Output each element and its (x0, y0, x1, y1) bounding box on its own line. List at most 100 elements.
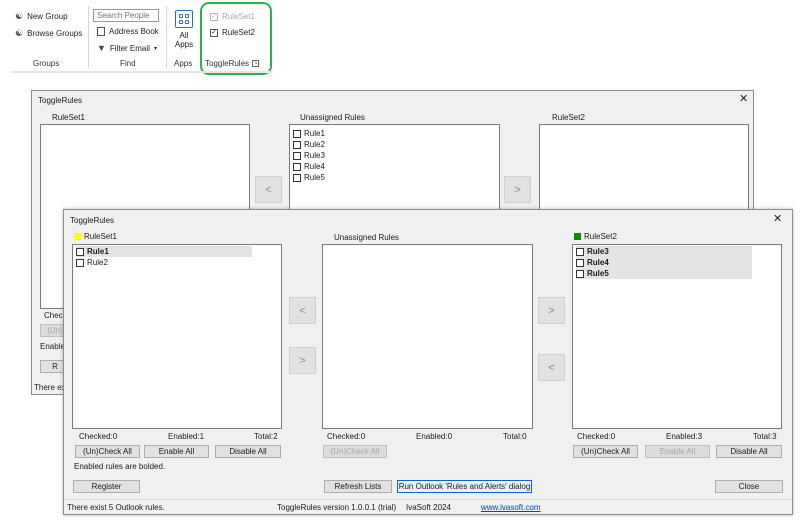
status-version: ToggleRules version 1.0.0.1 (trial) (277, 503, 397, 512)
rule-name: Rule3 (587, 247, 609, 256)
checkbox[interactable] (293, 140, 301, 149)
unassigned-label: Unassigned Rules (334, 233, 399, 242)
dialog-launcher-icon[interactable]: ↘ (252, 60, 259, 67)
arrow-right-icon: > (299, 354, 306, 367)
list-item[interactable]: Rule4 (293, 161, 325, 172)
ribbon-separator (88, 6, 89, 68)
arrow-right-icon: > (548, 304, 555, 317)
new-group-button[interactable]: ☯ New Group (15, 11, 68, 22)
filter-email-button[interactable]: ▼ Filter Email ▾ (97, 43, 157, 53)
browse-groups-label: Browse Groups (27, 29, 83, 38)
unassigned-uncheck-all-button[interactable]: (Un)Check All (323, 445, 387, 458)
move-right-to-ruleset2-button[interactable]: > (538, 297, 565, 324)
ruleset2-uncheck-all-button[interactable]: (Un)Check All (573, 445, 638, 458)
unassigned-checked-count: Checked:0 (327, 432, 366, 441)
back-move-left-button[interactable]: < (255, 176, 282, 203)
list-item[interactable]: Rule5 (576, 268, 752, 279)
back-enabled-note: Enable (40, 342, 65, 351)
checkbox[interactable] (576, 269, 584, 278)
unassigned-list[interactable] (322, 244, 533, 429)
checkbox[interactable] (293, 162, 301, 171)
dialog-title: ToggleRules (70, 216, 115, 225)
move-right-button[interactable]: > (289, 347, 316, 374)
register-button[interactable]: Register (73, 480, 140, 493)
ruleset1-total-count: Total:2 (254, 432, 278, 441)
close-button[interactable]: Close (715, 480, 783, 493)
website-link[interactable]: www.ivasoft.com (481, 503, 541, 512)
ribbon-ruleset1-checkbox[interactable]: ✓ RuleSet1 (210, 12, 255, 21)
list-item[interactable]: Rule2 (76, 257, 108, 268)
browse-groups-icon: ☯ (15, 28, 24, 38)
move-left-button[interactable]: < (289, 297, 316, 324)
new-group-label: New Group (27, 12, 68, 21)
status-bar-divider (64, 499, 792, 500)
run-rules-and-alerts-button[interactable]: Run Outlook 'Rules and Alerts' dialog (397, 480, 532, 493)
unassigned-enabled-count: Enabled:0 (416, 432, 453, 441)
ruleset1-list[interactable]: Rule1 Rule2 (72, 244, 282, 429)
ruleset1-disable-all-button[interactable]: Disable All (215, 445, 281, 458)
search-people-input[interactable] (93, 9, 159, 22)
all-apps-button[interactable]: All Apps (172, 10, 196, 49)
checkbox[interactable] (293, 173, 301, 182)
list-item[interactable]: Rule4 (576, 257, 752, 268)
checkmark-icon: ✓ (210, 28, 218, 37)
ruleset2-disable-all-button[interactable]: Disable All (716, 445, 782, 458)
ruleset1-checked-count: Checked:0 (79, 432, 118, 441)
ruleset2-total-count: Total:3 (753, 432, 777, 441)
list-item[interactable]: Rule1 (293, 128, 325, 139)
rule-name: Rule4 (587, 258, 609, 267)
ruleset1-enable-all-button[interactable]: Enable All (144, 445, 209, 458)
list-item[interactable]: Rule5 (293, 172, 325, 183)
address-book-button[interactable]: Address Book (97, 27, 159, 36)
filter-funnel-icon: ▼ (97, 43, 106, 53)
checkbox[interactable] (576, 247, 584, 256)
ruleset2-enable-all-button[interactable]: Enable All (645, 445, 710, 458)
ruleset2-header: RuleSet2 (574, 232, 617, 241)
apps-group-label: Apps (174, 59, 193, 68)
back-unassigned-label: Unassigned Rules (300, 113, 365, 122)
back-dialog-title: ToggleRules (38, 96, 83, 105)
filter-email-label: Filter Email (109, 43, 150, 53)
checkbox[interactable] (293, 129, 301, 138)
back-close-icon[interactable]: ✕ (739, 94, 748, 105)
ruleset2-label: RuleSet2 (584, 232, 617, 241)
status-rules-count: There exist 5 Outlook rules. (67, 503, 165, 512)
checkbox[interactable] (576, 258, 584, 267)
back-move-right-button[interactable]: > (504, 176, 531, 203)
move-left-from-ruleset2-button[interactable]: < (538, 354, 565, 381)
list-item[interactable]: Rule1 (76, 246, 252, 257)
back-ruleset2-list[interactable] (539, 124, 749, 214)
list-item[interactable]: Rule3 (293, 150, 325, 161)
ruleset1-header: RuleSet1 (74, 232, 117, 241)
arrow-left-icon: < (548, 361, 555, 374)
all-apps-label-line2: Apps (174, 40, 194, 49)
ribbon-separator (166, 6, 167, 68)
ruleset2-enabled-count: Enabled:3 (666, 432, 703, 441)
list-item[interactable]: Rule2 (293, 139, 325, 150)
close-icon[interactable]: ✕ (773, 214, 782, 225)
togglerules-group-label: ToggleRules (205, 59, 250, 68)
ribbon-ruleset2-checkbox[interactable]: ✓ RuleSet2 (210, 28, 255, 37)
back-unassigned-list[interactable]: Rule1 Rule2 Rule3 Rule4 Rule5 (289, 124, 500, 214)
checkbox[interactable] (293, 151, 301, 160)
ruleset2-list[interactable]: Rule3 Rule4 Rule5 (572, 244, 782, 429)
ruleset1-color-swatch (74, 233, 81, 240)
ribbon-ruleset1-label: RuleSet1 (222, 12, 255, 21)
ruleset2-checked-count: Checked:0 (577, 432, 616, 441)
browse-groups-button[interactable]: ☯ Browse Groups (15, 28, 82, 39)
address-book-label: Address Book (109, 27, 159, 36)
refresh-lists-button[interactable]: Refresh Lists (324, 480, 392, 493)
ruleset1-label: RuleSet1 (84, 232, 117, 241)
unassigned-total-count: Total:0 (503, 432, 527, 441)
rule-name: Rule1 (87, 247, 109, 256)
checkbox[interactable] (76, 247, 84, 256)
arrow-left-icon: < (299, 304, 306, 317)
ruleset1-uncheck-all-button[interactable]: (Un)Check All (75, 445, 140, 458)
people-group-icon: ☯ (15, 11, 24, 21)
list-item[interactable]: Rule3 (576, 246, 752, 257)
checkbox[interactable] (76, 258, 84, 267)
togglerules-dialog: ToggleRules ✕ RuleSet1 Rule1 Rule2 Check… (63, 209, 793, 515)
ribbon-bottom-border (10, 71, 272, 73)
address-book-icon (97, 27, 105, 36)
all-apps-label-line1: All (179, 31, 189, 40)
